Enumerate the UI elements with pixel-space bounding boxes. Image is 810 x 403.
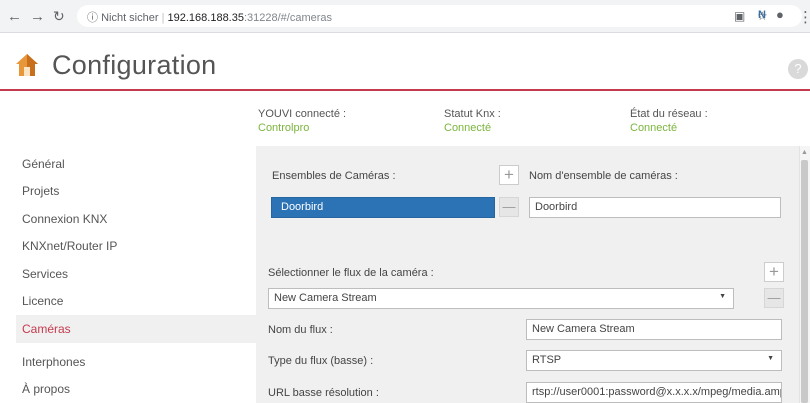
profile-icon[interactable]: ● bbox=[776, 7, 784, 22]
add-camera-set-button[interactable]: + bbox=[499, 165, 519, 185]
stream-type-select[interactable]: RTSP ▼ bbox=[526, 350, 782, 371]
sidebar-item-cameras[interactable]: Caméras bbox=[22, 322, 71, 336]
status-value: Controlpro bbox=[258, 122, 310, 134]
sidebar-item-knxnet-router[interactable]: KNXnet/Router IP bbox=[22, 239, 117, 253]
sidebar-item-projects[interactable]: Projets bbox=[22, 184, 59, 198]
status-label: YOUVI connecté : bbox=[258, 108, 347, 120]
camera-set-item-doorbird[interactable]: Doorbird bbox=[271, 197, 495, 218]
stream-name-input[interactable]: New Camera Stream bbox=[526, 319, 782, 340]
dropdown-caret-icon: ▼ bbox=[719, 293, 726, 300]
browser-toolbar: ← → ↻ ⓘ Nicht sicher | 192.168.188.35:31… bbox=[0, 0, 810, 33]
url-low-input[interactable]: rtsp://user0001:password@x.x.x.x/mpeg/me… bbox=[526, 382, 782, 403]
separator: | bbox=[161, 12, 165, 24]
forward-icon[interactable]: → bbox=[30, 8, 45, 25]
translate-icon[interactable]: ▣ bbox=[734, 9, 745, 23]
set-name-input[interactable]: Doorbird bbox=[529, 197, 781, 218]
status-label: État du réseau : bbox=[630, 108, 708, 120]
stream-type-value: RTSP bbox=[532, 354, 562, 366]
scroll-up-icon[interactable]: ▲ bbox=[801, 149, 808, 156]
sidebar-item-licence[interactable]: Licence bbox=[22, 294, 63, 308]
security-label: Nicht sicher bbox=[101, 12, 159, 24]
sidebar-item-about[interactable]: À propos bbox=[22, 382, 70, 396]
minus-icon: — bbox=[502, 199, 516, 214]
sidebar-item-knx-connection[interactable]: Connexion KNX bbox=[22, 212, 107, 226]
sidebar-item-general[interactable]: Général bbox=[22, 157, 65, 171]
remove-stream-button[interactable]: — bbox=[764, 288, 784, 308]
house-logo-icon bbox=[16, 54, 38, 76]
camera-sets-label: Ensembles de Caméras : bbox=[272, 170, 396, 182]
plus-icon: + bbox=[504, 165, 514, 184]
status-knx: Statut Knx : Connecté bbox=[444, 107, 501, 135]
address-bar[interactable]: ⓘ Nicht sicher | 192.168.188.35:31228/#/… bbox=[77, 5, 802, 27]
sidebar-item-services[interactable]: Services bbox=[22, 267, 68, 281]
dropdown-caret-icon: ▼ bbox=[767, 355, 774, 362]
status-youvi: YOUVI connecté : Controlpro bbox=[258, 107, 346, 135]
remove-camera-set-button[interactable]: — bbox=[499, 197, 519, 217]
url-path: :31228/#/cameras bbox=[243, 12, 333, 24]
info-icon[interactable]: ⓘ bbox=[87, 12, 98, 24]
set-name-label: Nom d'ensemble de caméras : bbox=[529, 170, 678, 182]
status-network: État du réseau : Connecté bbox=[630, 107, 708, 135]
menu-icon[interactable]: ⋮ bbox=[798, 8, 810, 26]
stream-select-dropdown[interactable]: New Camera Stream ▼ bbox=[268, 288, 734, 309]
scrollbar-thumb[interactable] bbox=[801, 160, 808, 403]
plus-icon: + bbox=[769, 262, 779, 281]
help-icon[interactable]: ? bbox=[788, 59, 808, 79]
stream-type-label: Type du flux (basse) : bbox=[268, 355, 374, 367]
stream-name-label: Nom du flux : bbox=[268, 324, 333, 336]
stream-select-value: New Camera Stream bbox=[274, 292, 377, 304]
back-icon[interactable]: ← bbox=[7, 8, 22, 25]
status-value: Connecté bbox=[630, 122, 678, 134]
url-low-label: URL basse résolution : bbox=[268, 387, 379, 399]
status-label: Statut Knx : bbox=[444, 108, 501, 120]
reload-icon[interactable]: ↻ bbox=[53, 8, 65, 25]
minus-icon: — bbox=[767, 290, 781, 305]
extension-icon[interactable]: N bbox=[758, 9, 766, 21]
app-title: Configuration bbox=[52, 50, 217, 80]
stream-select-label: Sélectionner le flux de la caméra : bbox=[268, 267, 434, 279]
sidebar-item-intercoms[interactable]: Interphones bbox=[22, 355, 85, 369]
url-host: 192.168.188.35 bbox=[167, 12, 244, 24]
status-value: Connecté bbox=[444, 122, 492, 134]
add-stream-button[interactable]: + bbox=[764, 262, 784, 282]
app-header: Configuration ? bbox=[0, 33, 810, 91]
